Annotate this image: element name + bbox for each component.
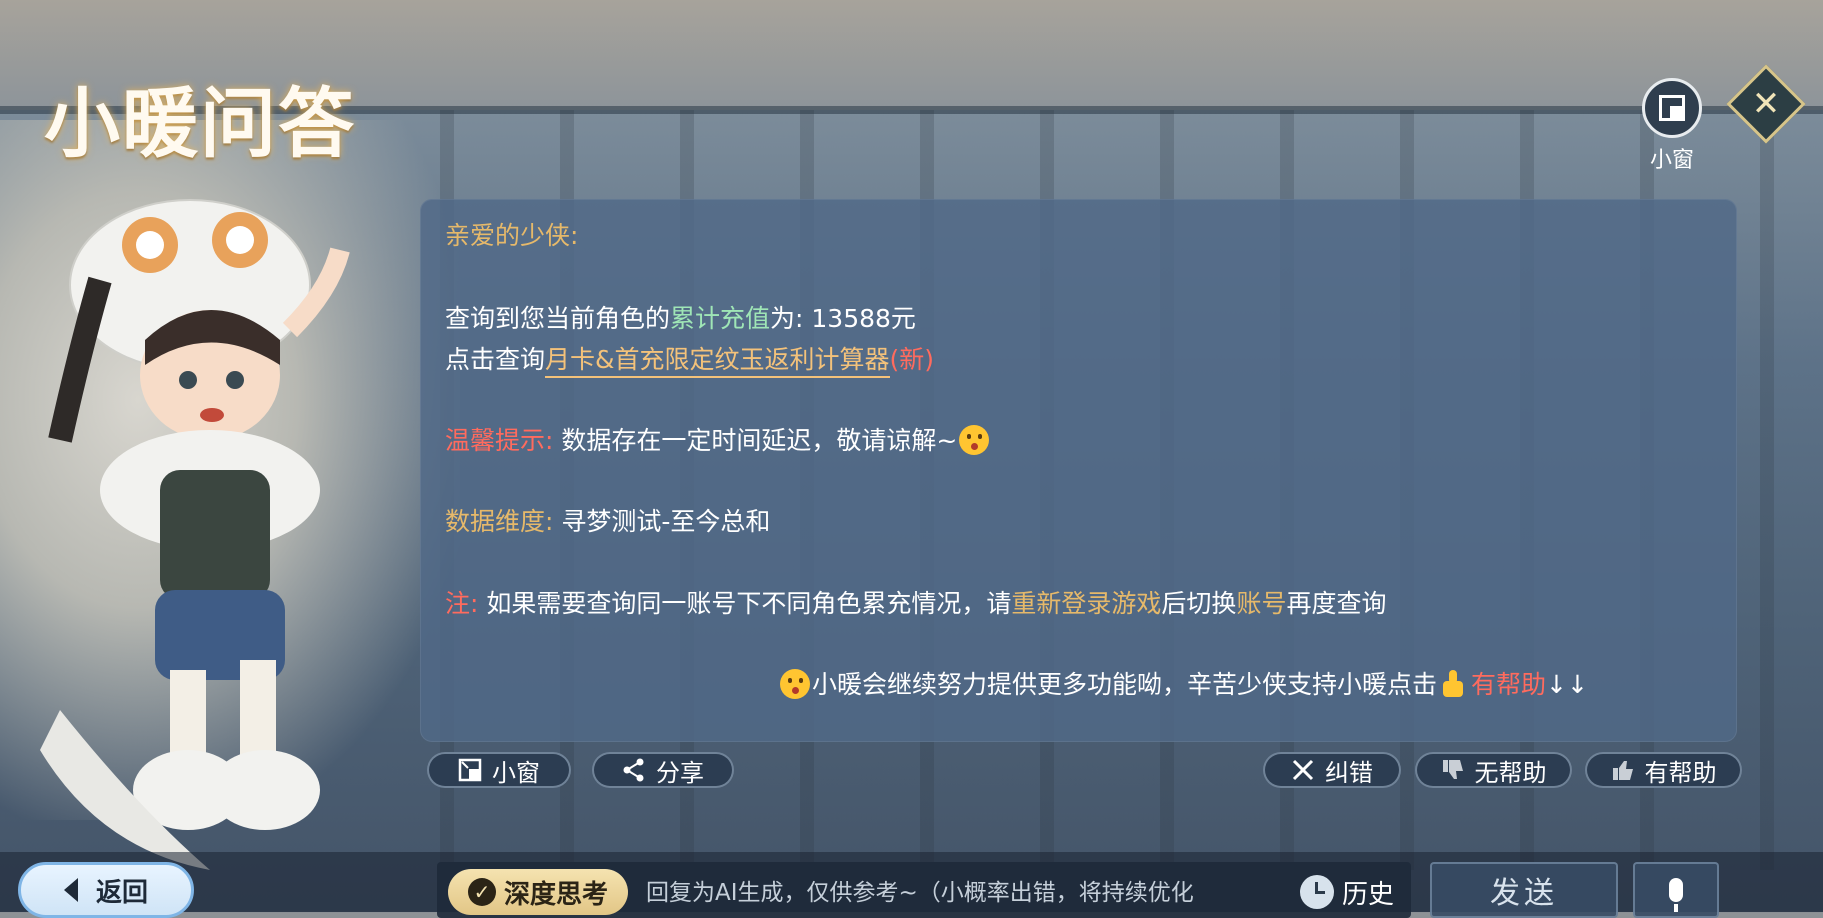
recharge-suffix: 为: 13588元	[770, 304, 916, 333]
share-button[interactable]: 分享	[592, 752, 734, 788]
mini-window-icon	[1642, 78, 1702, 138]
deep-think-toggle[interactable]: ✓ 深度思考	[448, 869, 628, 915]
voice-input-button[interactable]	[1633, 862, 1719, 918]
thumbs-up-icon	[1612, 761, 1633, 780]
back-button[interactable]: 返回	[18, 862, 194, 918]
history-button[interactable]: 历史	[1300, 870, 1394, 914]
close-diamond-icon: ✕	[1751, 84, 1781, 124]
calculator-new-badge: (新)	[889, 345, 935, 374]
dimension-label: 数据维度:	[445, 507, 554, 536]
note-highlight-relogin: 重新登录游戏	[1011, 589, 1162, 618]
greeting: 亲爱的少侠:	[445, 221, 579, 250]
calculator-prefix: 点击查询	[445, 345, 546, 374]
footer-arrows: ↓↓	[1546, 670, 1588, 699]
footer-helpful: 有帮助	[1471, 670, 1547, 699]
tip-line: 温馨提示: 数据存在一定时间延迟，敬请谅解~	[445, 421, 991, 457]
note-text-1: 如果需要查询同一账号下不同角色累充情况，请	[486, 589, 1012, 618]
share-label: 分享	[656, 758, 704, 787]
recharge-prefix: 查询到您当前角色的	[445, 304, 671, 333]
not-helpful-button[interactable]: 无帮助	[1415, 752, 1572, 788]
dimension-line: 数据维度: 寻梦测试-至今总和	[445, 502, 770, 538]
thumbs-up-emoji-icon	[1439, 669, 1469, 699]
calculator-link[interactable]: 月卡&首充限定纹玉返利计算器	[545, 345, 890, 378]
mini-window-top-label: 小窗	[1649, 148, 1694, 173]
back-arrow-icon	[63, 878, 78, 902]
back-label: 返回	[95, 877, 148, 908]
check-icon: ✓	[467, 878, 496, 906]
correct-button[interactable]: 纠错	[1263, 752, 1401, 788]
send-label: 发送	[1490, 876, 1558, 911]
note-highlight-account: 账号	[1236, 589, 1287, 618]
kiss-emoji-icon	[780, 669, 810, 699]
answer-card: 亲爱的少侠: 查询到您当前角色的累计充值为: 13588元 点击查询月卡&首充限…	[420, 199, 1737, 742]
deep-think-label: 深度思考	[503, 879, 608, 910]
thumbs-down-icon	[1442, 760, 1463, 779]
mini-window-top-button[interactable]: 小窗	[1642, 78, 1702, 174]
footer-text: 小暖会继续努力提供更多功能呦，辛苦少侠支持小暖点击	[812, 670, 1438, 699]
note-line: 注: 如果需要查询同一账号下不同角色累充情况，请重新登录游戏后切换账号再度查询	[445, 584, 1386, 620]
correct-label: 纠错	[1325, 758, 1373, 787]
note-text-3: 再度查询	[1286, 589, 1387, 618]
history-label: 历史	[1342, 879, 1395, 910]
character-illustration	[40, 199, 350, 870]
kiss-emoji-icon	[959, 425, 990, 455]
microphone-icon	[1669, 878, 1683, 912]
share-icon	[623, 758, 644, 782]
dimension-text: 寻梦测试-至今总和	[561, 507, 771, 536]
recharge-line: 查询到您当前角色的累计充值为: 13588元	[445, 299, 916, 335]
calculator-line: 点击查询月卡&首充限定纹玉返利计算器(新)	[445, 340, 935, 378]
helpful-button[interactable]: 有帮助	[1585, 752, 1742, 788]
mini-window-button[interactable]: 小窗	[427, 752, 571, 788]
mini-window-icon	[458, 758, 482, 782]
tip-label: 温馨提示:	[445, 426, 554, 455]
note-label: 注:	[445, 589, 479, 618]
cross-icon	[1292, 759, 1314, 781]
clock-icon	[1300, 875, 1334, 909]
footer-line: 小暖会继续努力提供更多功能呦，辛苦少侠支持小暖点击 有帮助↓↓	[778, 665, 1588, 701]
recharge-highlight: 累计充值	[670, 304, 771, 333]
tip-text: 数据存在一定时间延迟，敬请谅解~	[561, 426, 958, 455]
send-button[interactable]: 发送	[1430, 862, 1618, 918]
mini-window-label: 小窗	[492, 758, 540, 787]
helpful-label: 有帮助	[1644, 758, 1717, 787]
page-title: 小暖问答	[44, 79, 356, 168]
question-input[interactable]	[646, 876, 1266, 910]
note-text-2: 后切换	[1161, 589, 1237, 618]
not-helpful-label: 无帮助	[1474, 758, 1547, 787]
